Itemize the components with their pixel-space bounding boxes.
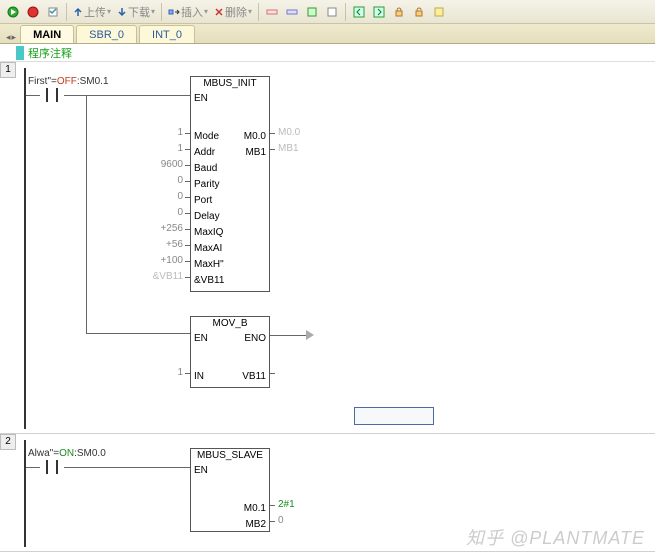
pin-mb1: MB1 [245, 147, 266, 158]
toolbar: 上传 ▾ 下载 ▾ 插入 ▾ 删除 ▾ [0, 0, 655, 24]
block-mov-b[interactable]: MOV_B EN ENO IN VB11 [190, 316, 270, 388]
tab-int0[interactable]: INT_0 [139, 25, 195, 43]
network-1[interactable]: 1 First"=OFF:SM0.1 MBUS_INIT EN Mode M0.0… [0, 62, 655, 434]
param-out-m00: M0.0 [278, 127, 300, 138]
contact-label: First"=OFF:SM0.1 [28, 76, 109, 87]
pin-port: Port [194, 195, 212, 206]
network-2[interactable]: 2 Alwa"=ON:SM0.0 MBUS_SLAVE EN M0.1 MB2 … [0, 434, 655, 552]
pin-en: EN [194, 93, 208, 104]
param-baud: 9600 [161, 159, 183, 170]
pin-eno: ENO [244, 333, 266, 344]
param-out-m01: 2#1 [278, 499, 295, 510]
tab-main[interactable]: MAIN [20, 25, 74, 43]
tab-nav: ◂ ▸ [6, 32, 20, 43]
pin-m01: M0.1 [244, 503, 266, 514]
pin-maxiq: MaxIQ [194, 227, 223, 238]
toolbar-icon-1[interactable] [263, 3, 281, 21]
network-number: 2 [0, 434, 16, 450]
param-maxiq: +256 [160, 223, 183, 234]
pin-vb11: &VB11 [194, 275, 224, 286]
dropdown-icon: ▾ [151, 7, 155, 16]
toolbar-nav-right-icon[interactable] [370, 3, 388, 21]
insert-button[interactable]: 插入 ▾ [166, 4, 210, 20]
toolbar-book-icon[interactable] [430, 3, 448, 21]
contact-label: Alwa"=ON:SM0.0 [28, 448, 106, 459]
upload-button[interactable]: 上传 ▾ [71, 4, 113, 20]
pin-baud: Baud [194, 163, 217, 174]
delete-button[interactable]: 删除 ▾ [212, 4, 254, 20]
selection-box [354, 407, 434, 425]
pin-addr: Addr [194, 147, 215, 158]
param-out-mb2: 0 [278, 515, 284, 526]
tabstrip: ◂ ▸ MAIN SBR_0 INT_0 [0, 24, 655, 44]
pin-mb2: MB2 [245, 519, 266, 530]
param-in: 1 [177, 367, 183, 378]
network-marker [16, 46, 24, 60]
tab-nav-first-icon[interactable]: ◂ [6, 32, 11, 43]
pin-en: EN [194, 333, 208, 344]
pin-m00: M0.0 [244, 131, 266, 142]
pin-in: IN [194, 371, 204, 382]
pin-delay: Delay [194, 211, 220, 222]
contact[interactable] [40, 460, 64, 474]
toolbar-icon-2[interactable] [283, 3, 301, 21]
toolbar-lock-icon[interactable] [390, 3, 408, 21]
block-mbus-init[interactable]: MBUS_INIT EN Mode M0.0 Addr MB1 Baud Parit… [190, 76, 270, 292]
pin-mode: Mode [194, 131, 219, 142]
param-out-mb1: MB1 [278, 143, 299, 154]
dropdown-icon: ▾ [204, 7, 208, 16]
tab-sbr0[interactable]: SBR_0 [76, 25, 137, 43]
compile-icon[interactable] [44, 3, 62, 21]
toolbar-nav-left-icon[interactable] [350, 3, 368, 21]
download-button[interactable]: 下载 ▾ [115, 4, 157, 20]
pin-out-vb11: VB11 [242, 371, 266, 382]
toolbar-icon-3[interactable] [303, 3, 321, 21]
param-maxh: +100 [160, 255, 183, 266]
param-delay: 0 [177, 207, 183, 218]
block-title: MBUS_INIT [191, 77, 269, 90]
stop-icon[interactable] [24, 3, 42, 21]
left-rail [24, 68, 26, 429]
dropdown-icon: ▾ [107, 7, 111, 16]
pin-en: EN [194, 465, 208, 476]
param-addr: 1 [177, 143, 183, 154]
network-number: 1 [0, 62, 16, 78]
left-rail [24, 440, 26, 547]
pin-parity: Parity [194, 179, 220, 190]
param-parity: 0 [177, 175, 183, 186]
param-mode: 1 [177, 127, 183, 138]
param-maxai: +56 [166, 239, 183, 250]
ladder-editor[interactable]: 1 First"=OFF:SM0.1 MBUS_INIT EN Mode M0.0… [0, 62, 655, 552]
pin-maxai: MaxAI [194, 243, 222, 254]
pin-maxh: MaxH" [194, 259, 224, 270]
program-comment-label: 程序注释 [28, 45, 72, 61]
param-port: 0 [177, 191, 183, 202]
block-title: MBUS_SLAVE [191, 449, 269, 462]
dropdown-icon: ▾ [248, 7, 252, 16]
contact[interactable] [40, 88, 64, 102]
comment-bar: 程序注释 [0, 44, 655, 62]
toolbar-lock-open-icon[interactable] [410, 3, 428, 21]
block-mbus-slave[interactable]: MBUS_SLAVE EN M0.1 MB2 [190, 448, 270, 532]
run-icon[interactable] [4, 3, 22, 21]
block-title: MOV_B [191, 317, 269, 330]
toolbar-icon-4[interactable] [323, 3, 341, 21]
tab-nav-prev-icon[interactable]: ▸ [12, 32, 17, 43]
param-vb11: &VB11 [153, 271, 183, 282]
